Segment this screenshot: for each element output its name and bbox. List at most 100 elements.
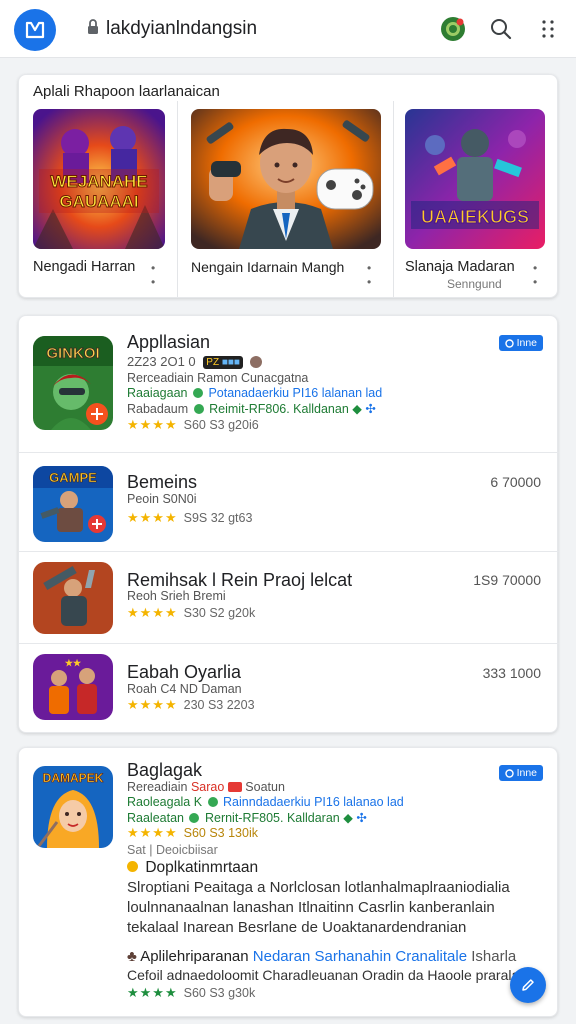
green-dot-icon xyxy=(189,813,200,823)
star-rating-icon: ★★★★ xyxy=(127,825,178,840)
app-line-1b: Raaiagaan Potanadaerkiu PI16 lalanan lad xyxy=(127,386,382,400)
app-icon-2[interactable]: GAMPE xyxy=(33,466,113,542)
detail-line-2-lead: Raoleagala K xyxy=(127,795,203,809)
app-line-2a: Peoin S0N0i xyxy=(127,492,197,506)
featured-dots-3[interactable]: • • xyxy=(533,261,538,289)
detail-rating: ★★★★ S60 S3 130ik xyxy=(127,825,258,841)
app-name-2[interactable]: Bemeins xyxy=(127,472,197,493)
list-divider xyxy=(19,551,559,552)
review-tail: Isharla xyxy=(471,948,517,965)
app-rating-3-text: S30 S2 g20k xyxy=(183,606,256,620)
featured-art-3: UAAIEKUGS xyxy=(405,109,545,249)
app-name-4[interactable]: Eabah Oyarlia xyxy=(127,662,241,683)
detail-rating-text: S60 S3 130ik xyxy=(183,826,258,840)
app-meta-1-tag: PZ ■■■ xyxy=(203,356,243,369)
featured-name-1: Nengadi Harran xyxy=(33,259,136,275)
featured-art-2 xyxy=(191,109,381,249)
featured-divider xyxy=(393,101,394,297)
svg-text:GAUAAAI: GAUAAAI xyxy=(59,192,138,211)
detail-line-1-text: Soatun xyxy=(245,780,285,794)
featured-divider xyxy=(177,101,178,297)
featured-name-3: Slanaja Madaran xyxy=(405,259,515,275)
star-rating-icon: ★★★★ xyxy=(127,605,178,620)
more-menu-icon[interactable] xyxy=(535,16,561,42)
svg-text:GINKOI: GINKOI xyxy=(46,345,99,362)
svg-text:GAMPE: GAMPE xyxy=(49,470,97,485)
detail-line-3-lead: Raaleatan xyxy=(127,811,184,825)
app-rating-1-text: S60 S3 g20i6 xyxy=(183,418,259,432)
app-line-1c: Rabadaum Reimit-RF806. Kalldanan ◆ ✣ xyxy=(127,401,376,416)
featured-sub-3: Senngund xyxy=(447,277,502,291)
store-logo-icon xyxy=(25,21,45,39)
app-line-1b-lead: Raaiagaan xyxy=(127,386,188,400)
app-line-1a: Rerceadiain Ramon Cunacgatna xyxy=(127,371,309,385)
star-rating-icon: ★★★★ xyxy=(127,697,178,712)
app-line-4a: Roah C4 ND Daman xyxy=(127,682,242,696)
diamond-icon: ◆ xyxy=(343,811,353,825)
app-icon-1[interactable]: GINKOI xyxy=(33,336,113,430)
featured-dots-2[interactable]: • • xyxy=(367,261,372,289)
detail-app-name[interactable]: Baglagak xyxy=(127,760,202,781)
top-bar: lakdyianlndangsin xyxy=(0,0,576,58)
green-dot-icon xyxy=(207,797,218,807)
green-dot-icon xyxy=(192,388,203,398)
app-line-1b-link[interactable]: Potanadaerkiu PI16 lalanan lad xyxy=(208,386,382,400)
store-logo[interactable] xyxy=(14,9,56,51)
app-rating-2-text: S9S 32 gt63 xyxy=(183,511,253,525)
detail-description: Slroptiani Peaitaga a Norlclosan lotlanh… xyxy=(127,879,510,936)
featured-title: Aplali Rhapoon laarlanaican xyxy=(33,83,220,100)
detail-sub: Sat | Deoicbiisar xyxy=(127,843,218,857)
puzzle-icon: ✣ xyxy=(356,811,367,825)
developer-avatar-icon xyxy=(249,356,262,368)
app-line-1c-lead: Rabadaum xyxy=(127,402,189,416)
app-name-1[interactable]: Appllasian xyxy=(127,332,210,353)
app-detail-card: Inne DAMAPEK Baglagak Rereadiain Sarao S… xyxy=(18,747,558,1017)
install-badge-label: Inne xyxy=(516,337,537,349)
detail-line-1-lead: Rereadiain xyxy=(127,780,188,794)
app-line-1c-text: Reimit-RF806. Kalldanan xyxy=(209,402,349,416)
app-rating-3: ★★★★ S30 S2 g20k xyxy=(127,605,255,621)
app-line-3a: Reoh Srieh Bremi xyxy=(127,589,226,603)
green-dot-icon xyxy=(193,404,204,414)
app-name-3[interactable]: Remihsak l Rein Praoj lelcat xyxy=(127,570,352,591)
featured-dots-1[interactable]: • • xyxy=(151,261,156,289)
detail-line-1: Rereadiain Sarao Soatun xyxy=(127,780,285,794)
app-icon-3[interactable] xyxy=(33,562,113,634)
app-size-3: 1S9 70000 xyxy=(473,572,541,588)
review-rating: ★★★★ S60 S3 g30k xyxy=(127,985,255,1001)
install-badge-icon xyxy=(504,768,514,778)
star-rating-icon: ★★★★ xyxy=(127,510,178,525)
svg-text:WEJANAHE: WEJANAHE xyxy=(50,172,147,191)
star-rating-icon: ★★★★ xyxy=(127,985,178,1000)
install-badge[interactable]: Inne xyxy=(498,765,543,781)
review-link[interactable]: Nedaran Sarhanahin Cranalitale xyxy=(253,948,467,965)
install-badge[interactable]: Inne xyxy=(498,335,543,351)
svg-text:★★: ★★ xyxy=(65,658,82,668)
address-text[interactable]: lakdyianlndangsin xyxy=(106,18,257,40)
review-author: Aplilehriparanan xyxy=(140,948,249,965)
featured-card: Aplali Rhapoon laarlanaican WEJANAHE GAU… xyxy=(18,74,558,298)
review-icon: ♣ xyxy=(127,948,137,965)
app-icon-4[interactable]: ★★ xyxy=(33,654,113,720)
detail-app-icon[interactable]: DAMAPEK xyxy=(33,766,113,848)
profile-avatar-icon[interactable] xyxy=(440,16,466,42)
detail-line-3-text: Rernit-RF805. Kalldaran xyxy=(204,811,340,825)
pencil-icon xyxy=(522,979,534,991)
app-meta-1-text: 2Z23 2O1 0 xyxy=(127,354,196,369)
list-divider xyxy=(19,452,559,453)
app-meta-1-tag-text: PZ xyxy=(206,357,220,368)
star-rating-icon: ★★★★ xyxy=(127,417,178,432)
detail-section-title: Doplkatinmrtaan xyxy=(145,859,259,876)
search-icon[interactable] xyxy=(488,16,514,42)
svg-text:UAAIEKUGS: UAAIEKUGS xyxy=(421,207,529,227)
edit-fab-button[interactable] xyxy=(510,967,546,1003)
detail-section-title-row: Doplkatinmrtaan xyxy=(127,859,258,877)
app-meta-1: 2Z23 2O1 0 PZ ■■■ xyxy=(127,354,262,369)
app-rating-4: ★★★★ 230 S3 2203 xyxy=(127,697,255,713)
detail-line-2-link[interactable]: Rainndadaerkiu PI16 lalanao lad xyxy=(223,795,404,809)
puzzle-icon: ✣ xyxy=(365,402,376,416)
install-badge-label: Inne xyxy=(516,767,537,779)
app-rating-4-text: 230 S3 2203 xyxy=(183,698,255,712)
detail-line-1-tag: Sarao xyxy=(190,780,225,794)
app-rating-1: ★★★★ S60 S3 g20i6 xyxy=(127,417,259,433)
